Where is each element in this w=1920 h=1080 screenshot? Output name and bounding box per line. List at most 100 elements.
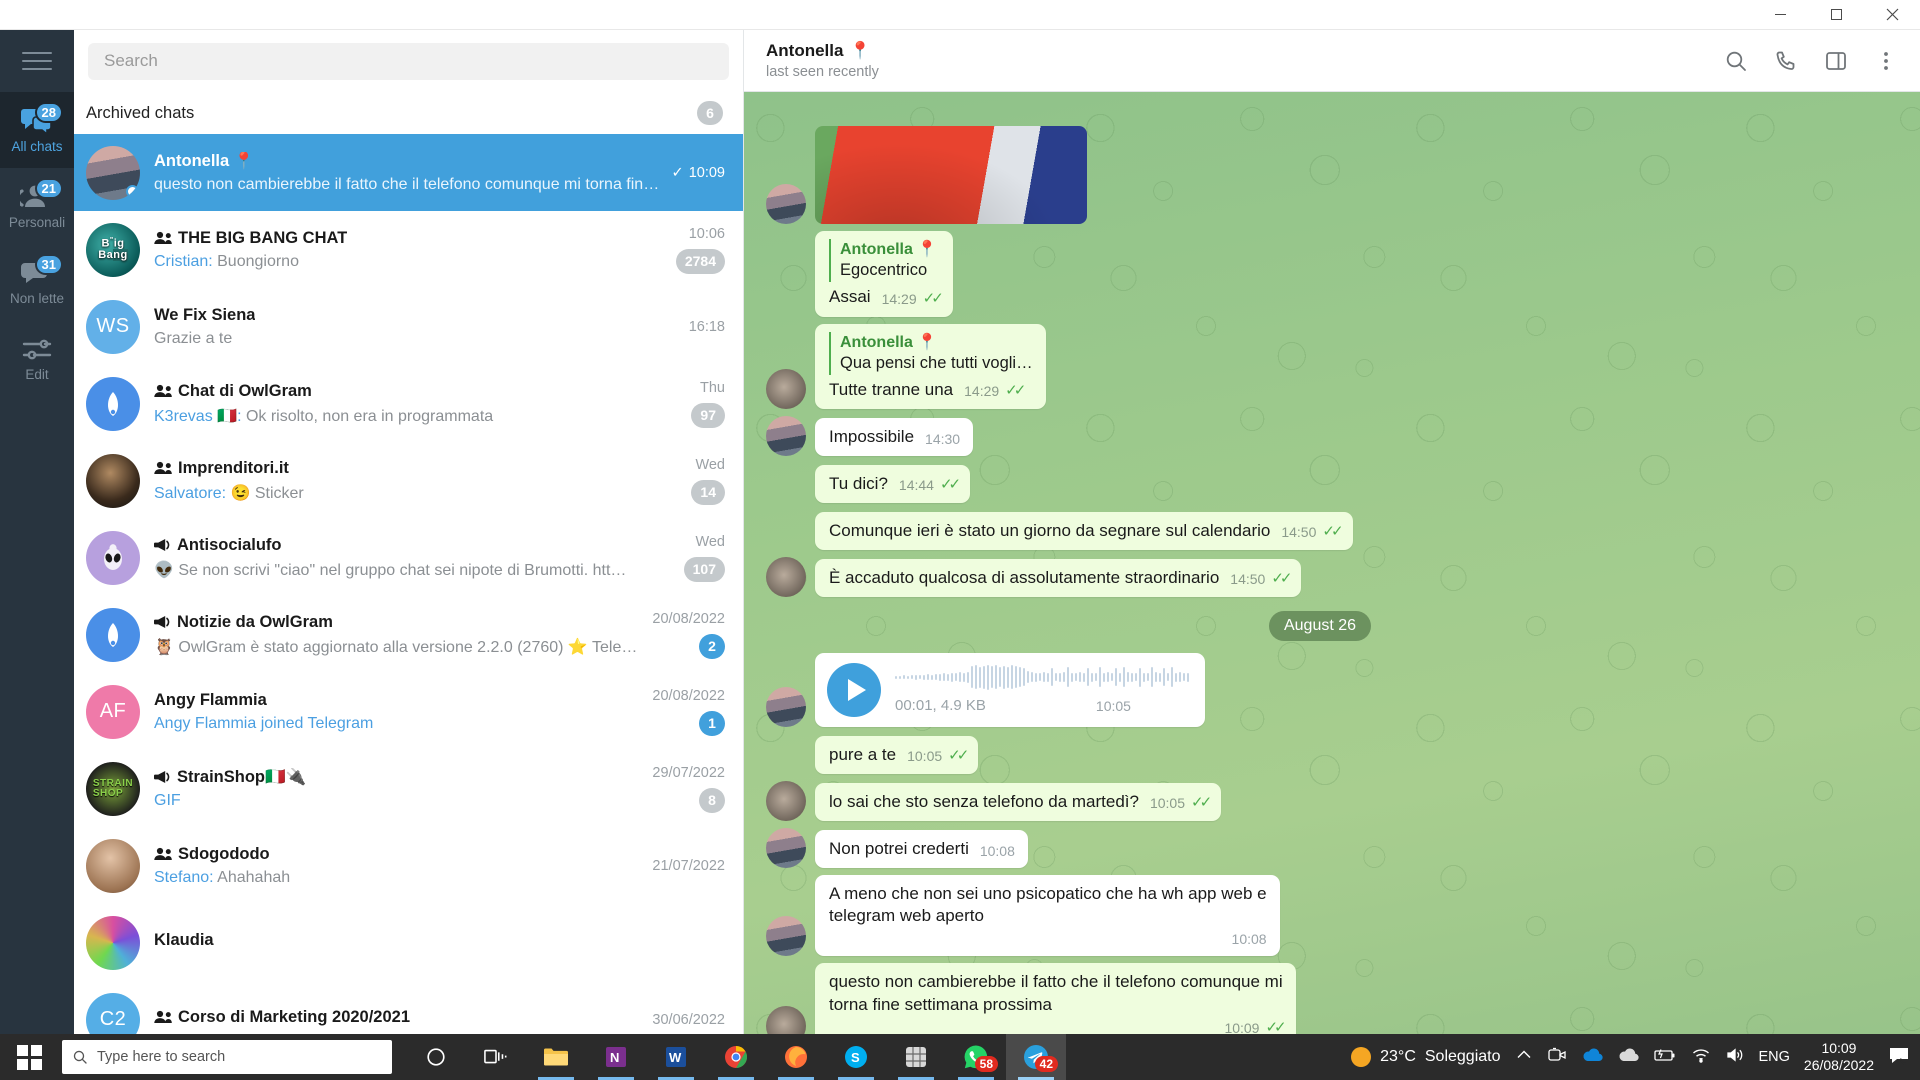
chat-list-item[interactable]: AF Angy Flammia Angy Flammia joined Telegr…: [74, 673, 743, 750]
message-bubble: pure a te 10:05 ✓✓: [815, 735, 979, 774]
chat-list-item[interactable]: STRAIN SHOP StrainShop🇮🇹🔌 GIF 29/07/2022 8: [74, 750, 743, 827]
action-center-icon[interactable]: [1888, 1045, 1910, 1069]
channel-icon: [154, 538, 172, 552]
windows-logo-icon: [16, 1044, 42, 1070]
group-icon: [154, 384, 173, 398]
folder-all-chats[interactable]: 28 All chats: [0, 92, 74, 168]
message-avatar: [766, 184, 806, 225]
search-icon[interactable]: [1724, 49, 1748, 73]
phone-icon[interactable]: [1774, 49, 1798, 73]
voice-message-bubble: 00:01, 4.9 KB 10:05: [815, 652, 1205, 727]
pin-emoji-icon: 📍: [849, 41, 871, 60]
message-time: 10:05: [1095, 698, 1131, 715]
conversation-peer[interactable]: Antonella 📍 last seen recently: [766, 41, 879, 80]
chat-list-item[interactable]: Sdogododo Stefano: Ahahahah 21/07/2022: [74, 827, 743, 904]
chat-item-meta: 21/07/2022: [652, 858, 725, 874]
chat-item-name: Notizie da OwlGram: [177, 612, 333, 631]
chrome-icon[interactable]: [706, 1034, 766, 1080]
avatar: [86, 915, 140, 970]
taskbar-search-placeholder: Type here to search: [97, 1049, 226, 1065]
close-button[interactable]: [1864, 0, 1920, 30]
chat-list-item[interactable]: Notizie da OwlGram 🦉 OwlGram è stato aggi…: [74, 596, 743, 673]
waveform[interactable]: [895, 664, 1189, 690]
unread-badge: 8: [699, 787, 725, 813]
main-menu-button[interactable]: [0, 30, 74, 92]
chat-list-item[interactable]: Imprenditori.it Salvatore: 😉 Sticker Wed 14: [74, 442, 743, 519]
search-input[interactable]: Search: [88, 42, 729, 80]
whatsapp-icon[interactable]: 58: [946, 1034, 1006, 1080]
chat-item-preview-text: 🦉 OwlGram è stato aggiornato alla versio…: [154, 638, 643, 656]
voice-content: 00:01, 4.9 KB 10:05: [895, 664, 1189, 716]
chat-item-title-row: Imprenditori.it: [154, 459, 681, 478]
tray-language[interactable]: ENG: [1759, 1049, 1790, 1065]
group-icon: [154, 461, 173, 475]
chat-list-item[interactable]: Chat di OwlGram K3revas 🇮🇹: Ok risolto, n…: [74, 365, 743, 442]
skype-icon[interactable]: S: [826, 1034, 886, 1080]
firefox-icon[interactable]: [766, 1034, 826, 1080]
reply-quote[interactable]: Antonella 📍 Egocentrico: [829, 239, 940, 283]
chat-list-item[interactable]: WS We Fix Siena Grazie a te 16:18: [74, 288, 743, 365]
message-bubble: Tu dici? 14:44 ✓✓: [815, 464, 971, 503]
svg-text:S: S: [851, 1050, 860, 1065]
conversation-title-row: Antonella 📍: [766, 41, 879, 61]
play-button[interactable]: [827, 662, 881, 717]
chat-item-main: Chat di OwlGram K3revas 🇮🇹: Ok risolto, n…: [154, 382, 681, 426]
chat-item-sender: Cristian:: [154, 252, 218, 270]
chat-list-item[interactable]: Klaudia: [74, 904, 743, 981]
folder-label: All chats: [11, 139, 63, 154]
weather-widget[interactable]: 23°C Soleggiato: [1351, 1047, 1501, 1067]
unread-badge: 2: [699, 633, 725, 659]
message-row: Antonella 📍 Qua pensi che tutti vogli… Tut…: [766, 323, 1874, 409]
onenote-icon[interactable]: N: [586, 1034, 646, 1080]
folder-edit[interactable]: Edit: [0, 320, 74, 396]
webcam-icon[interactable]: [1547, 1046, 1567, 1068]
tray-clock[interactable]: 10:09 26/08/2022: [1804, 1040, 1874, 1075]
cloud-icon[interactable]: [1617, 1047, 1639, 1067]
minimize-button[interactable]: [1752, 0, 1808, 30]
reply-text: Egocentrico: [840, 261, 928, 280]
photo-message[interactable]: [815, 126, 1087, 225]
tray-time: 10:09: [1821, 1039, 1857, 1056]
message-time: 10:08: [979, 842, 1015, 859]
archived-chats-row[interactable]: Archived chats 6: [74, 92, 743, 134]
onedrive-icon[interactable]: [1581, 1047, 1603, 1067]
chat-item-time: 21/07/2022: [652, 857, 725, 874]
message-time: 10:08: [1231, 930, 1267, 947]
chat-item-main: Imprenditori.it Salvatore: 😉 Sticker: [154, 459, 681, 503]
reply-quote[interactable]: Antonella 📍 Qua pensi che tutti vogli…: [829, 331, 1033, 375]
word-icon[interactable]: W: [646, 1034, 706, 1080]
start-button[interactable]: [0, 1034, 58, 1080]
archived-chats-label: Archived chats: [86, 103, 195, 122]
chevron-up-icon[interactable]: [1515, 1046, 1533, 1068]
message-text: Comunque ieri è stato un giorno da segna…: [829, 520, 1271, 540]
avatar: STRAIN SHOP: [86, 761, 140, 816]
wifi-icon[interactable]: [1691, 1047, 1711, 1067]
task-view-icon[interactable]: [466, 1034, 526, 1080]
more-icon[interactable]: [1874, 49, 1898, 73]
chat-list-item[interactable]: Antonella 📍 questo non cambierebbe il fat…: [74, 134, 743, 211]
telegram-icon[interactable]: 42: [1006, 1034, 1066, 1080]
message-text: Tu dici?: [829, 473, 888, 493]
battery-icon[interactable]: [1653, 1047, 1677, 1067]
taskbar-search-box[interactable]: Type here to search: [62, 1040, 392, 1074]
panel-icon[interactable]: [1824, 49, 1848, 73]
message-time: 14:44: [898, 476, 934, 493]
double-check-icon: ✓✓: [948, 747, 969, 765]
message-row: A meno che non sei uno psicopatico che h…: [766, 874, 1874, 957]
chat-item-time-text: 10:09: [688, 164, 725, 181]
chat-item-meta: 10:06 2784: [675, 226, 725, 274]
chat-item-time: 20/08/2022: [652, 610, 725, 627]
folder-non-lette[interactable]: 31 Non lette: [0, 244, 74, 320]
grid-app-icon[interactable]: [886, 1034, 946, 1080]
folder-personali[interactable]: 21 Personali: [0, 168, 74, 244]
volume-icon[interactable]: [1725, 1047, 1745, 1067]
message-row: Non potrei crederti 10:08: [766, 827, 1874, 868]
chat-list-item[interactable]: Antisocialufo 👽 Se non scrivi "ciao" nel …: [74, 519, 743, 596]
message-bubble: Antonella 📍 Egocentrico Assai 14:29 ✓✓: [815, 231, 953, 317]
message-row: lo sai che sto senza telefono da martedì…: [766, 780, 1874, 821]
cortana-icon[interactable]: [406, 1034, 466, 1080]
chat-item-name: Angy Flammia: [154, 690, 267, 709]
chat-list-item[interactable]: B"ig Bang THE BIG BANG CHAT Cristian: Buong…: [74, 211, 743, 288]
maximize-button[interactable]: [1808, 0, 1864, 30]
file-explorer-icon[interactable]: [526, 1034, 586, 1080]
